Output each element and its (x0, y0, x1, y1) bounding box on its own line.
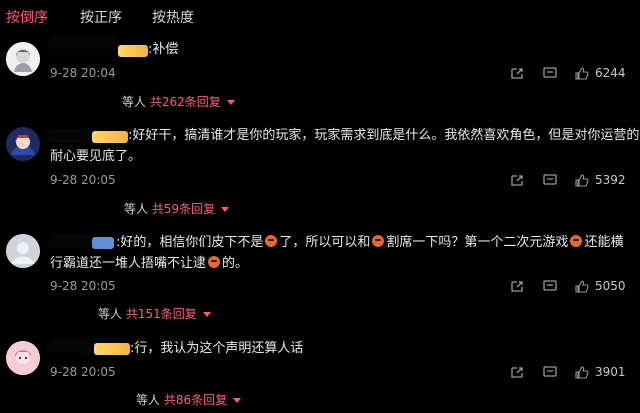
comment-item: :好的，相信你们皮下不是 了，所以可以和 割席一下吗？第一个二次元游戏 还能横 行霸道… (0, 226, 640, 331)
emoji-icon (372, 235, 385, 247)
share-icon[interactable] (510, 174, 524, 187)
comment-text: :好的，相信你们皮下不是 了，所以可以和 割席一下吗？第一个二次元游戏 还能横 (116, 235, 624, 250)
chevron-down-icon (221, 207, 230, 212)
share-icon[interactable] (510, 280, 524, 293)
fan-badge (118, 45, 148, 57)
redacted-username (48, 339, 94, 353)
comment-time: 9-28 20:04 (50, 66, 116, 80)
avatar[interactable] (6, 127, 40, 161)
like-count: 6244 (595, 66, 626, 80)
emoji-icon (208, 256, 221, 268)
redacted-username (48, 234, 92, 248)
replies-prefix: 等人 (124, 202, 149, 216)
like-count: 5050 (595, 279, 626, 293)
like-icon[interactable] (575, 174, 589, 187)
view-replies-link[interactable]: 等人 共151条回复 (98, 305, 211, 322)
like-icon[interactable] (575, 366, 589, 379)
text-part: 了，所以可以和 (279, 235, 371, 250)
chevron-down-icon (233, 398, 242, 403)
reply-count: 共151条回复 (125, 307, 197, 321)
comment-text: :行，我认为这个声明还算人话 (130, 341, 304, 356)
comment-time: 9-28 20:05 (50, 279, 116, 293)
comment-text: :补偿 (148, 42, 179, 57)
comment-text: :好好干，搞清谁才是你的玩家，玩家需求到底是什么。我依然喜欢角色，但是对你运营的 (128, 125, 639, 146)
replies-prefix: 等人 (122, 95, 147, 109)
comment-time: 9-28 20:05 (50, 173, 116, 187)
replies-prefix: 等人 (136, 393, 161, 407)
avatar[interactable] (6, 42, 40, 76)
level-badge (92, 237, 114, 249)
reply-count: 共262条回复 (149, 95, 221, 109)
emoji-icon (570, 235, 583, 247)
comment-icon[interactable] (543, 174, 557, 187)
replies-prefix: 等人 (98, 307, 123, 321)
view-replies-link[interactable]: 等人 共262条回复 (122, 93, 235, 110)
text-part: 的。 (222, 256, 249, 271)
avatar[interactable] (6, 341, 40, 375)
comment-text-cont: 耐心要见底了。 (50, 146, 141, 167)
redacted-username (48, 36, 120, 50)
like-count: 5392 (595, 173, 626, 187)
share-icon[interactable] (510, 67, 524, 80)
comment-text-line-2: 耐心要见底了。 (50, 149, 142, 164)
view-replies-link[interactable]: 等人 共86条回复 (136, 391, 242, 408)
share-icon[interactable] (510, 366, 524, 379)
fan-badge (92, 131, 128, 143)
comment-item: :补偿 9-28 20:04 6244 等人 共262条回复 (0, 0, 640, 113)
comment-icon[interactable] (543, 280, 557, 293)
comment-text-line-1: :好好干，搞清谁才是你的玩家，玩家需求到底是什么。我依然喜欢角色，但是对你运营的 (128, 128, 640, 143)
redacted-username (48, 129, 92, 143)
reply-count: 共86条回复 (163, 393, 228, 407)
comment-icon[interactable] (543, 366, 557, 379)
like-icon[interactable] (575, 280, 589, 293)
avatar[interactable] (6, 234, 40, 268)
chevron-down-icon (226, 100, 235, 105)
text-part: 好的，相信你们皮下不是 (120, 235, 264, 250)
comment-item: :好好干，搞清谁才是你的玩家，玩家需求到底是什么。我依然喜欢角色，但是对你运营的… (0, 113, 640, 226)
like-count: 3901 (595, 365, 626, 379)
emoji-icon (265, 235, 278, 247)
comment-item: :行，我认为这个声明还算人话 9-28 20:05 3901 等人 共86条回复 (0, 331, 640, 413)
reply-count: 共59条回复 (151, 202, 216, 216)
comment-text-cont: 行霸道还一堆人捂嘴不让逮 的。 (50, 253, 248, 274)
comment-time: 9-28 20:05 (50, 365, 116, 379)
chevron-down-icon (202, 312, 211, 317)
text-part: 割席一下吗？第一个二次元游戏 (386, 235, 569, 250)
fan-badge (94, 343, 130, 355)
text-part: 还能横 (584, 235, 624, 250)
comment-icon[interactable] (543, 67, 557, 80)
text-part: 行霸道还一堆人捂嘴不让逮 (50, 256, 207, 271)
like-icon[interactable] (575, 67, 589, 80)
view-replies-link[interactable]: 等人 共59条回复 (124, 200, 230, 217)
